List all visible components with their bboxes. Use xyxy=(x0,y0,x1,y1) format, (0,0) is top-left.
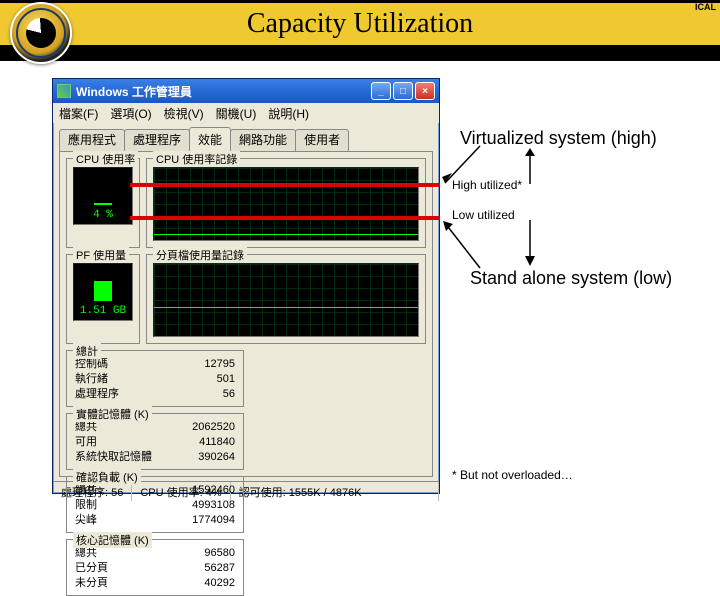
tab-applications[interactable]: 應用程式 xyxy=(59,129,125,153)
tabstrip: 應用程式 處理程序 效能 網路功能 使用者 xyxy=(53,123,439,151)
tab-networking[interactable]: 網路功能 xyxy=(230,129,296,153)
pf-history-label: 分頁檔使用量記錄 xyxy=(153,247,247,263)
app-icon xyxy=(57,84,71,98)
menubar[interactable]: 檔案(F) 選項(O) 檢視(V) 關機(U) 說明(H) xyxy=(53,103,439,123)
pf-usage-group: PF 使用量 1.51 GB xyxy=(66,254,140,344)
menu-help[interactable]: 說明(H) xyxy=(268,105,309,122)
cpu-meter: 4 % xyxy=(73,167,133,225)
overlay-line-high xyxy=(130,183,440,187)
cpu-meter-bar xyxy=(94,203,112,205)
pf-meter: 1.51 GB xyxy=(73,263,133,321)
minimize-button[interactable]: _ xyxy=(371,82,391,100)
pf-usage-label: PF 使用量 xyxy=(73,247,129,263)
pf-meter-value: 1.51 GB xyxy=(80,305,126,317)
cpu-history-graph xyxy=(153,167,419,241)
cpu-meter-value: 4 % xyxy=(93,209,113,221)
pf-history-group: 分頁檔使用量記錄 xyxy=(146,254,426,344)
performance-panel: CPU 使用率 4 % CPU 使用率記錄 PF 使用量 xyxy=(59,151,433,477)
tab-performance[interactable]: 效能 xyxy=(189,127,231,151)
menu-file[interactable]: 檔案(F) xyxy=(59,105,98,122)
university-logo xyxy=(10,2,72,64)
stats-totals: 總計 控制碼12795 執行緒501 處理程序56 xyxy=(66,350,244,407)
maximize-button[interactable]: □ xyxy=(393,82,413,100)
cpu-usage-label: CPU 使用率 xyxy=(73,151,138,167)
stats-commit: 確認負載 (K) 總共1592460 限制4993108 尖峰1774094 xyxy=(66,476,244,533)
cpu-usage-group: CPU 使用率 4 % xyxy=(66,158,140,248)
annot-footnote: * But not overloaded… xyxy=(452,468,573,482)
pf-history-graph xyxy=(153,263,419,337)
menu-view[interactable]: 檢視(V) xyxy=(164,105,204,122)
tab-users[interactable]: 使用者 xyxy=(295,129,349,153)
overlay-line-low xyxy=(130,216,440,220)
page-title: Capacity Utilization xyxy=(247,8,473,40)
cpu-history-label: CPU 使用率記錄 xyxy=(153,151,240,167)
menu-shutdown[interactable]: 關機(U) xyxy=(216,105,257,122)
pf-meter-bar xyxy=(94,281,112,301)
stats-kernel: 核心記憶體 (K) 總共96580 已分頁56287 未分頁40292 xyxy=(66,539,244,596)
window-title: Windows 工作管理員 xyxy=(76,83,371,100)
slide-header: Capacity Utilization ICAL xyxy=(0,0,720,68)
arrow-virtualized xyxy=(440,128,560,188)
titlebar[interactable]: Windows 工作管理員 _ □ × xyxy=(53,79,439,103)
cpu-history-group: CPU 使用率記錄 xyxy=(146,158,426,248)
corner-tag: ICAL xyxy=(695,2,716,12)
stats-physmem: 實體記憶體 (K) 總共2062520 可用411840 系統快取記憶體3902… xyxy=(66,413,244,470)
tab-processes[interactable]: 處理程序 xyxy=(124,129,190,153)
task-manager-window: Windows 工作管理員 _ □ × 檔案(F) 選項(O) 檢視(V) 關機… xyxy=(52,78,440,494)
arrow-standalone xyxy=(440,218,560,278)
close-button[interactable]: × xyxy=(415,82,435,100)
menu-options[interactable]: 選項(O) xyxy=(110,105,151,122)
arrow-high-up xyxy=(520,146,540,186)
